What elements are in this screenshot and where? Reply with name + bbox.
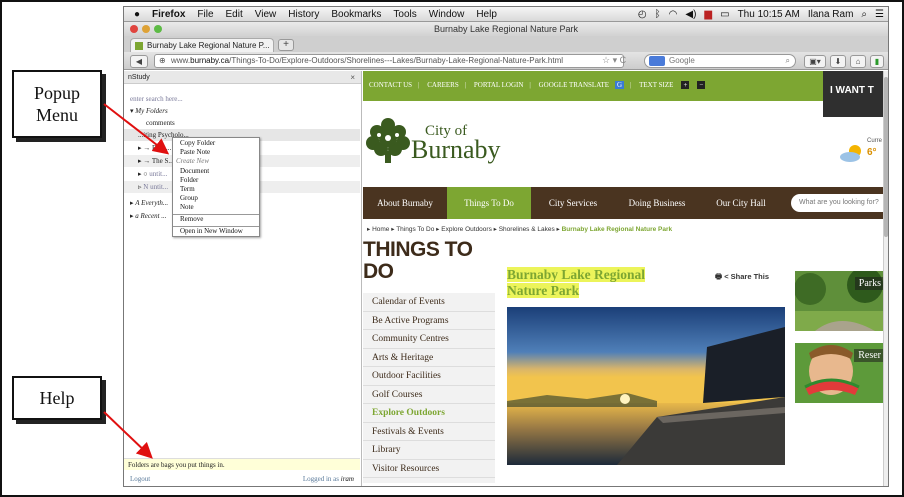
help-callout: Help (12, 376, 102, 420)
callout-line-1: Popup (33, 83, 80, 103)
callout-help-text: Help (39, 388, 75, 408)
popup-menu-callout: Popup Menu (12, 70, 102, 138)
callout-line-2: Menu (36, 105, 78, 125)
browser-window-border (123, 6, 889, 487)
